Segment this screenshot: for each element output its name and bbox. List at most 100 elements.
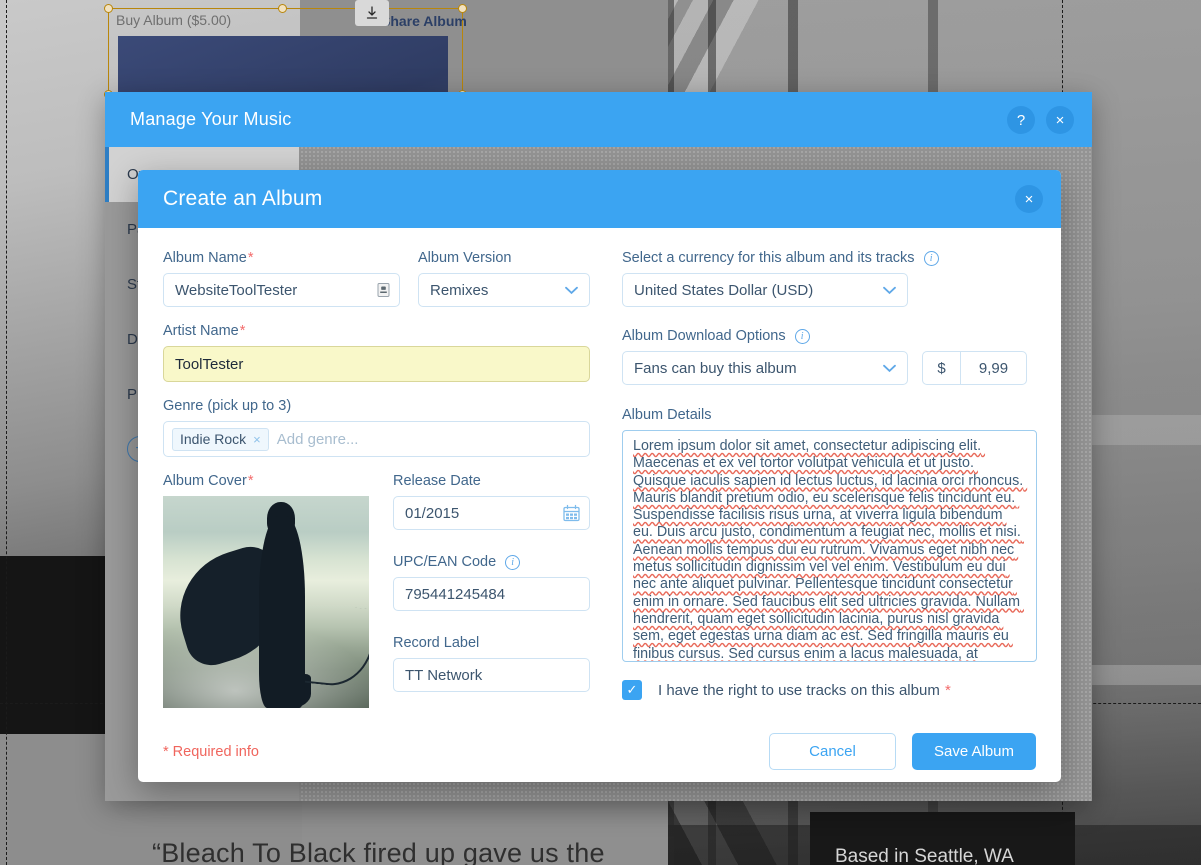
chevron-down-icon[interactable] bbox=[883, 283, 896, 298]
rights-checkbox-label-text: I have the right to use tracks on this a… bbox=[658, 681, 940, 699]
album-details-value: Lorem ipsum dolor sit amet, consectetur … bbox=[633, 438, 1024, 662]
resize-handle-top-right[interactable] bbox=[458, 4, 467, 13]
create-album-footer: * Required info Cancel Save Album bbox=[138, 721, 1061, 782]
release-date-field-group: Release Date 01/2015 bbox=[393, 473, 590, 530]
album-form-right-column: Select a currency for this album and its… bbox=[622, 250, 1037, 721]
genre-tag-indie-rock[interactable]: Indie Rock × bbox=[172, 427, 269, 451]
create-album-header: Create an Album × bbox=[138, 170, 1061, 228]
currency-value: United States Dollar (USD) bbox=[634, 281, 814, 299]
artist-name-label-text: Artist Name bbox=[163, 323, 239, 339]
cover-and-date-row: Album Cover* Release Date 01/2015 UPC/EA… bbox=[163, 473, 590, 708]
download-options-label: Album Download Options i bbox=[622, 328, 1037, 344]
upc-input[interactable]: 795441245484 bbox=[393, 577, 590, 611]
create-album-body: Album Name* WebsiteToolTester Album Vers… bbox=[138, 228, 1061, 721]
album-version-select[interactable]: Remixes bbox=[418, 273, 590, 307]
date-upc-label-column: Release Date 01/2015 UPC/EAN Code i 7954… bbox=[393, 473, 590, 708]
manage-music-header: Manage Your Music ? × bbox=[105, 92, 1092, 147]
album-name-field-group: Album Name* WebsiteToolTester bbox=[163, 250, 400, 307]
cover-surfer-head bbox=[267, 502, 295, 536]
album-details-field-group: Album Details Lorem ipsum dolor sit amet… bbox=[622, 407, 1037, 662]
manage-music-title: Manage Your Music bbox=[130, 109, 292, 129]
save-album-button[interactable]: Save Album bbox=[912, 733, 1036, 770]
rights-checkbox[interactable]: ✓ bbox=[622, 680, 642, 700]
calendar-icon[interactable] bbox=[563, 504, 580, 522]
required-asterisk: * bbox=[247, 250, 254, 266]
create-album-dialog: Create an Album × Album Name* WebsiteToo… bbox=[138, 170, 1061, 782]
album-cover-label: Album Cover* bbox=[163, 473, 369, 489]
artist-name-field-group: Artist Name* ToolTester bbox=[163, 323, 590, 382]
release-date-value: 01/2015 bbox=[405, 504, 460, 522]
artist-name-input[interactable]: ToolTester bbox=[163, 346, 590, 382]
remove-tag-icon[interactable]: × bbox=[253, 432, 261, 447]
genre-field-group: Genre (pick up to 3) Indie Rock × Add ge… bbox=[163, 398, 590, 457]
currency-select[interactable]: United States Dollar (USD) bbox=[622, 273, 908, 307]
genre-tag-label: Indie Rock bbox=[180, 431, 247, 447]
record-label-input[interactable]: TT Network bbox=[393, 658, 590, 692]
chevron-down-icon[interactable] bbox=[883, 361, 896, 376]
upc-value: 795441245484 bbox=[405, 585, 506, 603]
close-icon[interactable]: × bbox=[1046, 106, 1074, 134]
album-name-label-text: Album Name bbox=[163, 250, 247, 266]
record-label-label: Record Label bbox=[393, 635, 480, 651]
download-options-value: Fans can buy this album bbox=[634, 359, 797, 377]
album-version-value: Remixes bbox=[430, 281, 489, 299]
required-info-note: * Required info bbox=[163, 743, 259, 760]
album-details-label: Album Details bbox=[622, 407, 712, 423]
album-cover-label-text: Album Cover bbox=[163, 473, 247, 489]
info-icon[interactable]: i bbox=[505, 554, 521, 570]
footer-buttons: Cancel Save Album bbox=[769, 733, 1036, 770]
download-price-row: Fans can buy this album $ 9,99 bbox=[622, 351, 1037, 385]
upc-label: UPC/EAN Code i bbox=[393, 554, 590, 570]
album-name-label: Album Name* bbox=[163, 250, 400, 266]
resize-handle-top-center[interactable] bbox=[278, 4, 287, 13]
required-asterisk: * bbox=[239, 323, 246, 339]
cover-surfer-legs bbox=[263, 674, 311, 708]
genre-input[interactable]: Indie Rock × Add genre... bbox=[163, 421, 590, 457]
upc-field-group: UPC/EAN Code i 795441245484 bbox=[393, 554, 590, 611]
required-asterisk: * bbox=[945, 681, 951, 699]
download-options-label-text: Album Download Options bbox=[622, 328, 786, 344]
price-value: 9,99 bbox=[978, 359, 1009, 377]
album-price-input[interactable]: $ 9,99 bbox=[922, 351, 1027, 385]
currency-label: Select a currency for this album and its… bbox=[622, 250, 1037, 266]
info-icon[interactable]: i bbox=[923, 250, 939, 266]
background-seattle-text: Based in Seattle, WA bbox=[835, 846, 1014, 865]
album-details-textarea[interactable]: Lorem ipsum dolor sit amet, consectetur … bbox=[622, 430, 1037, 662]
currency-symbol: $ bbox=[923, 352, 961, 384]
resize-handle-icon[interactable] bbox=[377, 283, 390, 298]
download-icon[interactable] bbox=[355, 0, 389, 26]
rights-checkbox-row: ✓ I have the right to use tracks on this… bbox=[622, 680, 1037, 700]
create-album-title: Create an Album bbox=[163, 187, 323, 210]
album-name-input[interactable]: WebsiteToolTester bbox=[163, 273, 400, 307]
currency-label-text: Select a currency for this album and its… bbox=[622, 250, 915, 266]
release-date-input[interactable]: 01/2015 bbox=[393, 496, 590, 530]
genre-label: Genre (pick up to 3) bbox=[163, 398, 292, 414]
buy-album-label[interactable]: Buy Album ($5.00) bbox=[116, 12, 231, 28]
name-version-row: Album Name* WebsiteToolTester Album Vers… bbox=[163, 250, 590, 307]
cancel-button[interactable]: Cancel bbox=[769, 733, 896, 770]
chevron-down-icon[interactable] bbox=[565, 283, 578, 298]
album-version-field-group: Album Version Remixes bbox=[418, 250, 590, 307]
close-icon[interactable]: × bbox=[1015, 185, 1043, 213]
page-guide-left bbox=[6, 0, 7, 865]
album-cover-image[interactable] bbox=[163, 496, 369, 708]
album-form-left-column: Album Name* WebsiteToolTester Album Vers… bbox=[163, 250, 590, 721]
info-icon[interactable]: i bbox=[794, 328, 810, 344]
album-version-label: Album Version bbox=[418, 250, 512, 266]
cover-surfboard-leash bbox=[299, 602, 369, 690]
upc-label-text: UPC/EAN Code bbox=[393, 554, 497, 570]
help-icon[interactable]: ? bbox=[1007, 106, 1035, 134]
artist-name-label: Artist Name* bbox=[163, 323, 590, 339]
album-cover-field-group: Album Cover* bbox=[163, 473, 369, 708]
record-label-field-group: Record Label TT Network bbox=[393, 635, 590, 692]
release-date-label: Release Date bbox=[393, 473, 481, 489]
background-quote-text: “Bleach To Black fired up gave us the bbox=[152, 838, 605, 865]
share-album-label[interactable]: Share Album bbox=[381, 13, 467, 29]
record-label-value: TT Network bbox=[405, 666, 483, 684]
genre-placeholder: Add genre... bbox=[276, 430, 359, 448]
download-options-select[interactable]: Fans can buy this album bbox=[622, 351, 908, 385]
download-options-field-group: Album Download Options i Fans can buy th… bbox=[622, 328, 1037, 385]
resize-handle-top-left[interactable] bbox=[104, 4, 113, 13]
rights-checkbox-label: I have the right to use tracks on this a… bbox=[658, 682, 951, 699]
required-asterisk: * bbox=[247, 473, 254, 489]
